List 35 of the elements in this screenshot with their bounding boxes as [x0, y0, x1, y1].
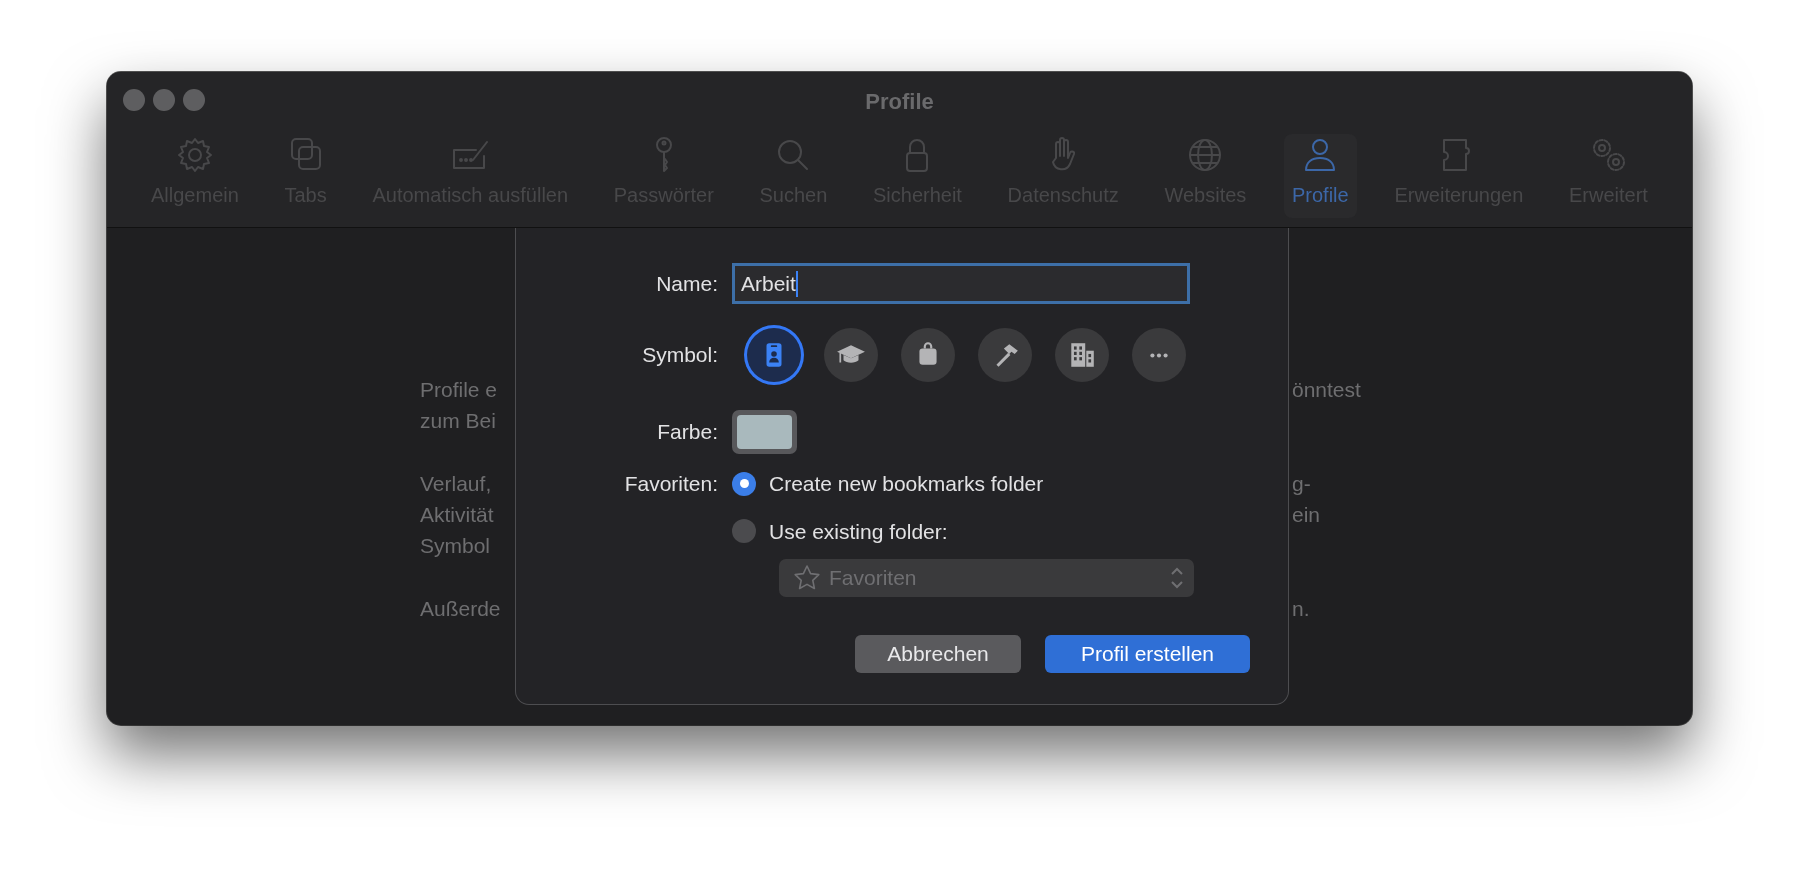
symbol-option[interactable]	[978, 328, 1032, 382]
symbol-option[interactable]	[901, 328, 955, 382]
name-field[interactable]: Arbeit	[732, 263, 1190, 304]
description-text: g-	[1292, 471, 1311, 497]
radio-button[interactable]	[732, 519, 756, 544]
zoom-button[interactable]	[183, 89, 205, 111]
stepper-icon	[1170, 565, 1184, 591]
toolbar-tab[interactable]: Profile	[1284, 134, 1357, 218]
description-text: Außerde	[420, 596, 501, 622]
symbol-option[interactable]	[1055, 328, 1109, 382]
color-label: Farbe:	[657, 420, 718, 444]
color-well[interactable]	[732, 410, 797, 454]
symbol-option[interactable]	[824, 328, 878, 382]
description-text: zum Bei	[420, 408, 496, 434]
star-icon	[793, 564, 821, 592]
description-text: Aktivität	[420, 502, 494, 528]
radio-button[interactable]	[732, 471, 756, 496]
symbol-label: Symbol:	[642, 343, 718, 367]
radio-label[interactable]: Create new bookmarks folder	[769, 468, 1044, 500]
name-label: Name:	[656, 271, 718, 295]
minimize-button[interactable]	[153, 89, 175, 111]
more-icon	[1150, 352, 1168, 358]
cancel-button[interactable]: Abbrechen	[855, 635, 1021, 673]
description-text: Verlauf,	[420, 471, 492, 497]
create-button[interactable]: Profil erstellen	[1045, 635, 1250, 673]
favorites-label: Favoriten:	[624, 472, 718, 495]
close-button[interactable]	[123, 89, 145, 111]
symbol-option[interactable]	[747, 328, 801, 382]
radio-label[interactable]: Use existing folder:	[769, 515, 948, 547]
description-text: Symbol	[420, 533, 491, 559]
description-text: ein	[1292, 502, 1321, 528]
description-text: önntest	[1292, 377, 1361, 403]
description-text: Profile e	[420, 377, 498, 403]
description-text: n.	[1292, 596, 1310, 622]
window-title: Profile	[865, 89, 934, 114]
